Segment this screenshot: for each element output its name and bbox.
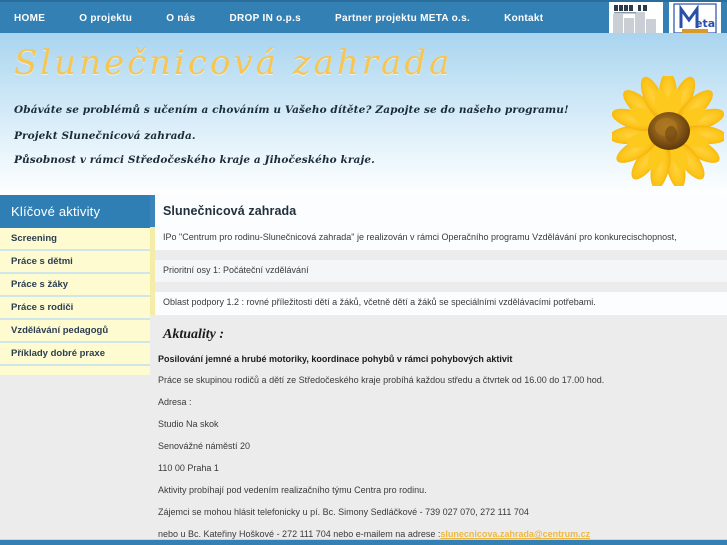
hero-tagline-1: Obáváte se problémů s učením a chováním … <box>14 104 569 116</box>
intro-spacer-2 <box>150 282 727 293</box>
sidebar-item-priklady-praxe[interactable]: Příklady dobré praxe <box>0 343 150 366</box>
sidebar-item-vzdelavani[interactable]: Vzdělávání pedagogů <box>0 320 150 343</box>
news-headline: Posilování jemné a hrubé motoriky, koord… <box>158 354 513 365</box>
nav-item-o-projektu[interactable]: O projektu <box>79 9 132 28</box>
contact-phone-line: Zájemci se mohou hlásit telefonicky u pí… <box>158 507 529 518</box>
nav-item-kontakt[interactable]: Kontakt <box>504 9 543 28</box>
nav-list: HOME O projektu O nás DROP IN o.p.s Part… <box>0 2 577 35</box>
main-content: Slunečnicová zahrada IPo "Centrum pro ro… <box>150 195 727 540</box>
contact-email-prefix: nebo u Bc. Kateřiny Hoškové - 272 111 70… <box>158 529 441 540</box>
sidebar-item-prace-s-detmi[interactable]: Práce s dětmi <box>0 251 150 274</box>
top-navigation-bar: HOME O projektu O nás DROP IN o.p.s Part… <box>0 0 727 35</box>
address-label: Adresa : <box>158 397 192 408</box>
sidebar: Klíčové aktivity Screening Práce s dětmi… <box>0 195 150 375</box>
page-title: Slunečnicová zahrada <box>163 204 297 218</box>
email-link[interactable]: slunecnicova.zahrada@centrum.cz <box>440 529 590 539</box>
news-schedule: Práce se skupinou rodičů a dětí ze Střed… <box>158 375 605 386</box>
nav-item-o-nas[interactable]: O nás <box>166 9 195 28</box>
hero-banner: Slunečnicová zahrada Obáváte se problémů… <box>0 33 727 195</box>
activities-note: Aktivity probíhají pod vedením realizačn… <box>158 485 427 496</box>
sidebar-item-prace-s-rodici[interactable]: Práce s rodiči <box>0 297 150 320</box>
address-venue: Studio Na skok <box>158 419 219 430</box>
address-street: Senovážné náměstí 20 <box>158 441 251 452</box>
intro-spacer-3 <box>150 315 727 324</box>
sidebar-item-prace-s-zaky[interactable]: Práce s žáky <box>0 274 150 297</box>
intro-row-3: Oblast podpory 1.2 : rovné příležitosti … <box>150 292 727 316</box>
drop-in-logo-icon <box>609 2 663 35</box>
nav-item-home[interactable]: HOME <box>14 9 45 28</box>
hero-tagline-3: Působnost v rámci Středočeského kraje a … <box>14 154 375 166</box>
drop-in-logo[interactable] <box>609 2 663 35</box>
sidebar-header: Klíčové aktivity <box>0 195 150 228</box>
sidebar-item-screening[interactable]: Screening <box>0 228 150 251</box>
nav-item-partner-meta[interactable]: Partner projektu META o.s. <box>335 9 470 28</box>
intro-row-1: IPo "Centrum pro rodinu-Slunečnicová zah… <box>150 227 727 250</box>
intro-spacer-1 <box>150 249 727 260</box>
site-title: Slunečnicová zahrada <box>14 43 453 83</box>
svg-text:eta: eta <box>695 17 715 30</box>
meta-logo[interactable]: eta <box>669 2 721 35</box>
bottom-bar <box>0 540 727 545</box>
sidebar-tail <box>0 366 150 375</box>
address-city: 110 00 Praha 1 <box>158 463 219 474</box>
aktuality-heading: Aktuality : <box>150 323 727 350</box>
nav-item-drop-in[interactable]: DROP IN o.p.s <box>230 9 302 28</box>
hero-tagline-2: Projekt Slunečnicová zahrada. <box>14 130 196 142</box>
sunflower-image <box>612 76 724 186</box>
meta-logo-icon: eta <box>669 2 721 35</box>
content-title-row: Slunečnicová zahrada <box>150 195 727 227</box>
intro-row-2: Prioritní osy 1: Počáteční vzdělávání <box>150 259 727 283</box>
